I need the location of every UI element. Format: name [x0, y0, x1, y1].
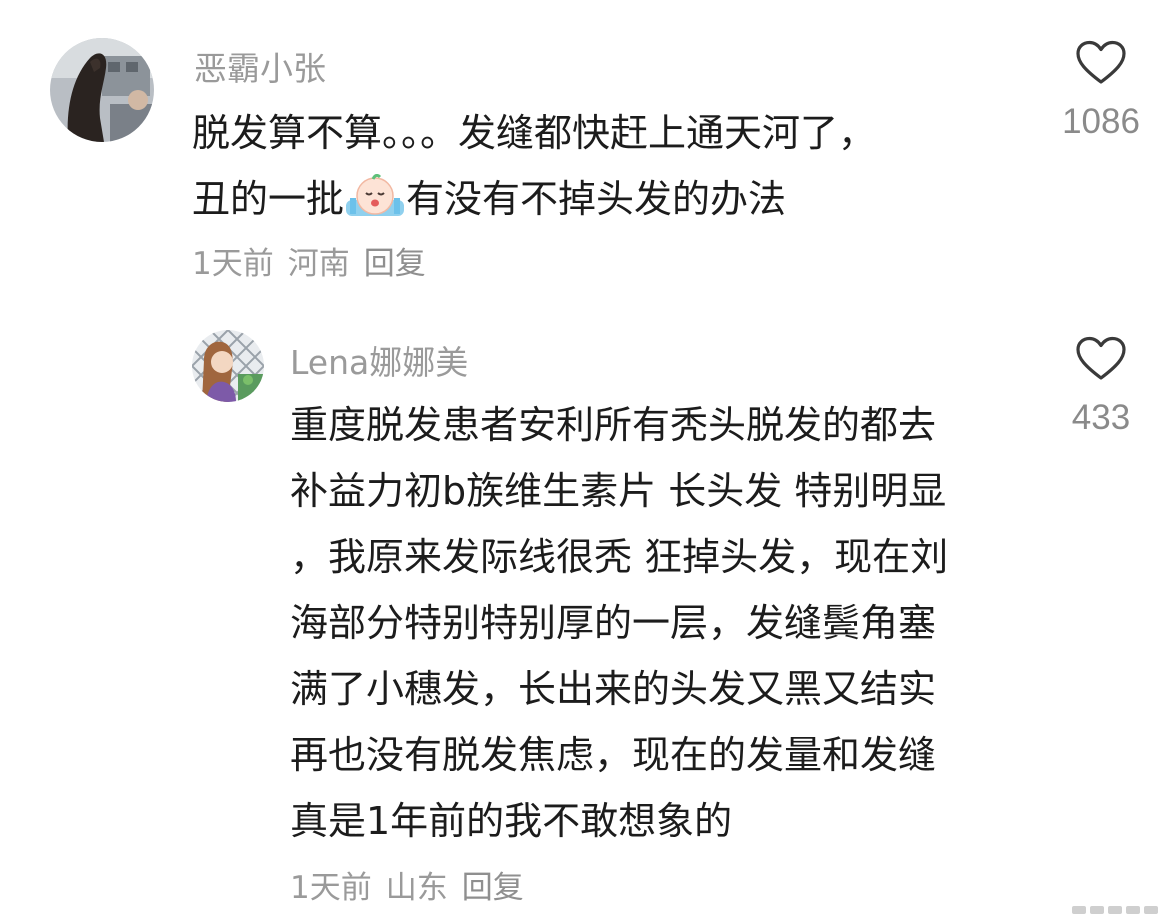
avatar[interactable]: [192, 330, 264, 402]
watermark-mark: [1072, 906, 1158, 914]
comment-text: 重度脱发患者安利所有秃头脱发的都去 补益力初b族维生素片 长头发 特别明显 ，我…: [290, 392, 948, 854]
heart-outline-icon[interactable]: [1075, 40, 1127, 86]
comment-line: 重度脱发患者安利所有秃头脱发的都去: [290, 403, 937, 447]
comment-line-part: 有没有不掉头发的办法: [406, 177, 787, 221]
comment-text: 脱发算不算。。。发缝都快赶上通天河了， 丑的一批 有没有不掉头发的办法: [192, 100, 876, 238]
comment-line: 海部分特别特别厚的一层，发缝鬓角塞: [290, 601, 937, 645]
like-count: 433: [1071, 398, 1131, 437]
comment-line: 真是1年前的我不敢想象的: [290, 799, 733, 843]
like-button[interactable]: 1086: [1058, 40, 1144, 142]
comment-time: 1天前: [290, 870, 372, 906]
comment-line: 补益力初b族维生素片 长头发 特别明显: [290, 469, 947, 513]
comment-line: ，我原来发际线很秃 狂掉头发，现在刘: [290, 535, 949, 579]
reply-button[interactable]: 回复: [364, 246, 426, 282]
username[interactable]: Lena娜娜美: [290, 336, 468, 384]
comment-line: 满了小穗发，长出来的头发又黑又结实: [290, 667, 937, 711]
comment-location: 河南: [287, 246, 350, 282]
comment-line: 脱发算不算。。。发缝都快赶上通天河了，: [192, 111, 877, 155]
username[interactable]: 恶霸小张: [194, 42, 326, 90]
comment-meta: 1天前 河南 回复: [192, 238, 440, 283]
comment-location: 山东: [385, 870, 448, 906]
avatar[interactable]: [50, 38, 154, 142]
comment-meta: 1天前 山东 回复: [290, 862, 538, 907]
reply-button[interactable]: 回复: [462, 870, 524, 906]
heart-outline-icon[interactable]: [1075, 336, 1127, 382]
like-count: 1086: [1062, 102, 1140, 141]
comment-line-with-emoji: 丑的一批 有没有不掉头发的办法: [192, 166, 876, 238]
crying-face-emoji-icon: [344, 172, 406, 238]
like-button[interactable]: 433: [1058, 336, 1144, 438]
comment-line: 再也没有脱发焦虑，现在的发量和发缝: [290, 733, 937, 777]
comment-line-part: 丑的一批: [192, 177, 345, 221]
comment-time: 1天前: [192, 246, 274, 282]
